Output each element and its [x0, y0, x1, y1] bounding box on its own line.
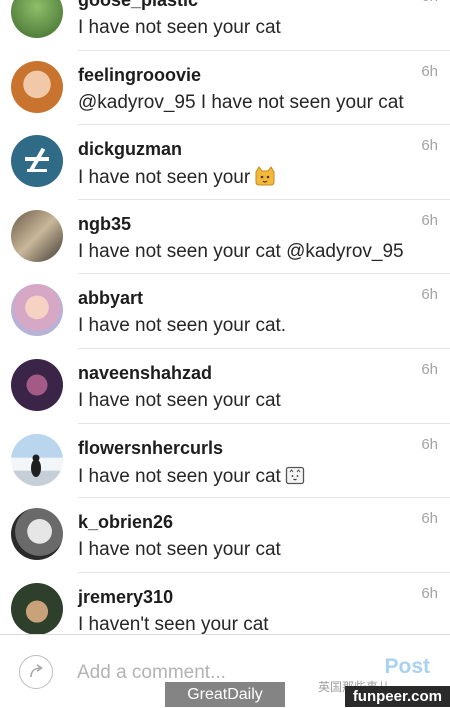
comment-text: I have not seen your cat. [78, 315, 287, 337]
reply-arrow-icon[interactable] [19, 655, 53, 689]
watermark-funpeer: funpeer.com [344, 686, 450, 707]
avatar[interactable] [11, 358, 63, 411]
comment-body: I have not seen your cat [78, 465, 281, 487]
avatar[interactable] [11, 209, 63, 262]
avatar[interactable] [11, 508, 63, 561]
comment-row: abbyart 6h I have not seen your cat. [0, 274, 450, 349]
comment-body: I have not seen your [78, 167, 251, 189]
comment-username[interactable]: k_obrien26 [78, 512, 173, 533]
cat-box-emoji-icon [285, 465, 305, 491]
comment-row: ngb35 6h I have not seen your cat @kadyr… [0, 200, 450, 275]
comment-text: I have not seen your [78, 166, 276, 192]
cat-face-emoji-icon [254, 166, 276, 192]
comment-time: 6h [421, 510, 438, 528]
comment-username[interactable]: goose_plastic [78, 0, 198, 11]
comments-list: goose_plastic 6h I have not seen your ca… [0, 0, 450, 648]
avatar[interactable] [11, 433, 63, 486]
comment-text: I have not seen your cat [78, 539, 281, 561]
avatar[interactable] [11, 0, 63, 38]
comment-username[interactable]: feelingrooovie [78, 65, 201, 86]
comment-text: I have not seen your cat [78, 17, 281, 38]
comment-username[interactable]: naveenshahzad [78, 363, 212, 384]
comment-text: I have not seen your cat [78, 465, 305, 491]
comment-username[interactable]: abbyart [78, 288, 143, 309]
avatar[interactable] [11, 284, 63, 337]
comment-text: I have not seen your cat [78, 389, 281, 411]
logo-icon [25, 147, 49, 173]
comment-body: I have not seen your cat [200, 91, 404, 113]
comment-username[interactable]: dickguzman [78, 139, 182, 160]
comment-time: 6h [421, 211, 438, 229]
avatar[interactable] [11, 60, 63, 113]
comment-username[interactable]: ngb35 [78, 214, 131, 235]
comment-time: 6h [421, 584, 438, 602]
comment-time: 6h [421, 0, 438, 5]
comment-time: 6h [421, 286, 438, 304]
comment-text: I haven't seen your cat [78, 613, 269, 635]
post-button[interactable]: Post [384, 655, 430, 679]
avatar[interactable] [11, 135, 63, 188]
comment-row: dickguzman 6h I have not seen your [0, 125, 450, 200]
comment-time: 6h [421, 435, 438, 453]
comment-time: 6h [421, 62, 438, 80]
comment-username[interactable]: jremery310 [78, 587, 173, 608]
comment-row: naveenshahzad 6h I have not seen your ca… [0, 349, 450, 424]
comment-row: goose_plastic 6h I have not seen your ca… [0, 0, 450, 51]
comment-row: feelingrooovie 6h @kadyrov_95 I have not… [0, 51, 450, 126]
comment-row: k_obrien26 6h I have not seen your cat [0, 498, 450, 573]
comment-time: 6h [421, 137, 438, 155]
comment-row: flowersnhercurls 6h I have not seen your… [0, 424, 450, 499]
comment-text: @kadyrov_95 I have not seen your cat [78, 92, 404, 114]
comment-username[interactable]: flowersnhercurls [78, 438, 223, 459]
comment-time: 6h [421, 360, 438, 378]
mention-link[interactable]: @kadyrov_95 [78, 92, 196, 113]
avatar[interactable] [11, 582, 63, 635]
comment-text: I have not seen your cat @kadyrov_95 [78, 240, 404, 262]
watermark-greatdaily: GreatDaily [165, 682, 285, 707]
silhouette-icon [31, 454, 41, 477]
